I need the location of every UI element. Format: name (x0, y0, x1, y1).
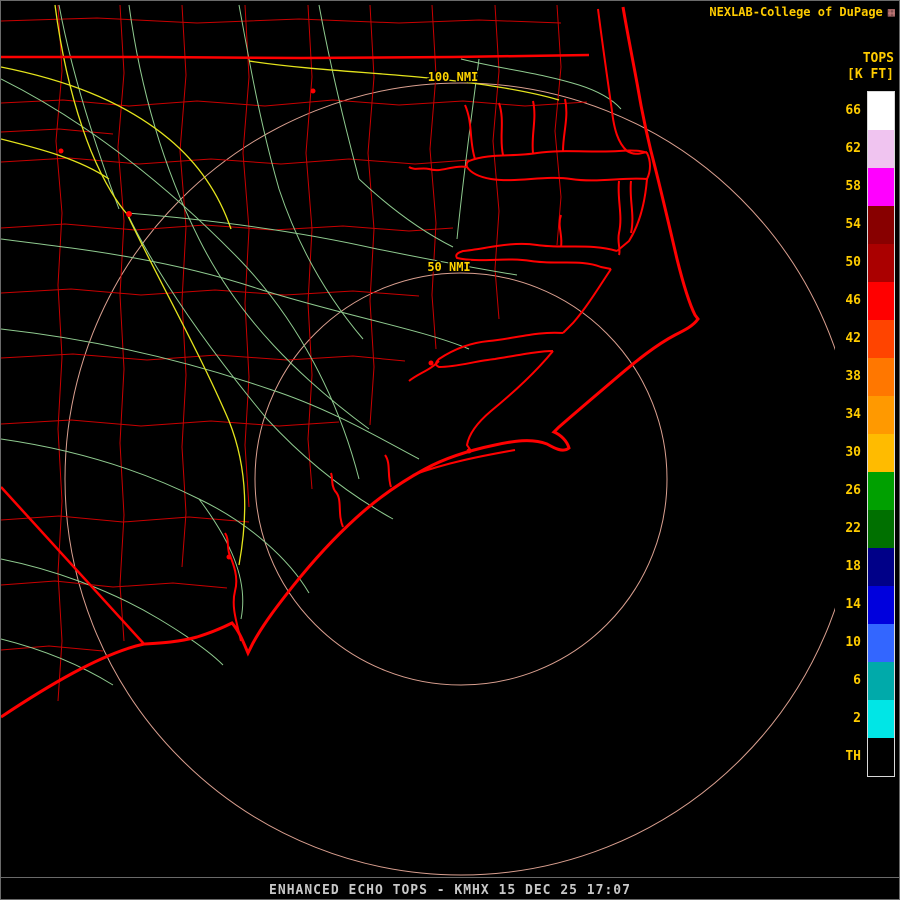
legend-color-swatch (868, 244, 894, 282)
legend-color-swatch (868, 396, 894, 434)
inner-ring-label: 50 NMI (427, 260, 470, 274)
legend-title-units: [K FT] (847, 67, 894, 83)
legend-color-swatch (868, 700, 894, 738)
legend-value-label: 62 (835, 129, 867, 167)
legend-value-label: 54 (835, 205, 867, 243)
brand-banner: NEXLAB-College of DuPage ▦ (709, 5, 895, 19)
legend-value-label: 2 (835, 699, 867, 737)
legend-value-label: 38 (835, 357, 867, 395)
legend-color-swatch (868, 624, 894, 662)
legend-color-swatch (868, 510, 894, 548)
radar-viewer-screen: 100 NMI 50 NMI NEXLAB-College of DuPage … (0, 0, 900, 900)
legend-color-swatch (868, 434, 894, 472)
product-caption: ENHANCED ECHO TOPS - KMHX 15 DEC 25 17:0… (1, 883, 899, 898)
legend-color-swatch (868, 548, 894, 586)
legend-color-swatch (868, 206, 894, 244)
legend-value-label: 42 (835, 319, 867, 357)
legend-title-product: TOPS (847, 51, 894, 67)
legend-value-label: 26 (835, 471, 867, 509)
legend-color-swatch (868, 472, 894, 510)
legend-value-label: 34 (835, 395, 867, 433)
legend-labels: 66 62 58 54 50 46 42 38 34 30 26 22 (835, 91, 867, 777)
legend-value-label: TH (835, 737, 867, 775)
coastline-state-borders-layer (1, 7, 698, 717)
county-borders-layer (1, 5, 587, 701)
legend-value-label: 22 (835, 509, 867, 547)
legend-color-swatch (868, 662, 894, 700)
footer-separator-line (1, 877, 899, 878)
legend-value-label: 58 (835, 167, 867, 205)
legend-color-bar (867, 91, 895, 777)
legend-color-swatch (868, 282, 894, 320)
outer-ring-label: 100 NMI (428, 70, 479, 84)
legend-color-swatch (868, 130, 894, 168)
legend-color-swatch (868, 320, 894, 358)
ocean-coastline (1, 7, 698, 717)
va-nc-border (1, 55, 589, 58)
legend-title: TOPS [K FT] (847, 51, 894, 83)
legend-color-swatch (868, 92, 894, 130)
legend-value-label: 14 (835, 585, 867, 623)
nexlab-logo-icon: ▦ (888, 5, 895, 19)
city-markers (59, 89, 472, 560)
legend-color-swatch (868, 168, 894, 206)
legend-value-label: 6 (835, 661, 867, 699)
legend-value-label: 50 (835, 243, 867, 281)
range-ring-50nmi (255, 273, 667, 685)
legend-color-swatch (868, 738, 894, 776)
roads-layer (1, 5, 621, 685)
legend-value-label: 10 (835, 623, 867, 661)
legend-value-label: 18 (835, 547, 867, 585)
nc-sc-border (1, 487, 144, 644)
legend-value-label: 66 (835, 91, 867, 129)
legend-value-label: 46 (835, 281, 867, 319)
legend-value-label: 30 (835, 433, 867, 471)
radar-map: 100 NMI 50 NMI (1, 1, 900, 900)
brand-text: NEXLAB-College of DuPage (709, 5, 882, 19)
legend-color-swatch (868, 358, 894, 396)
legend-color-swatch (868, 586, 894, 624)
legend: 66 62 58 54 50 46 42 38 34 30 26 22 (835, 91, 895, 777)
